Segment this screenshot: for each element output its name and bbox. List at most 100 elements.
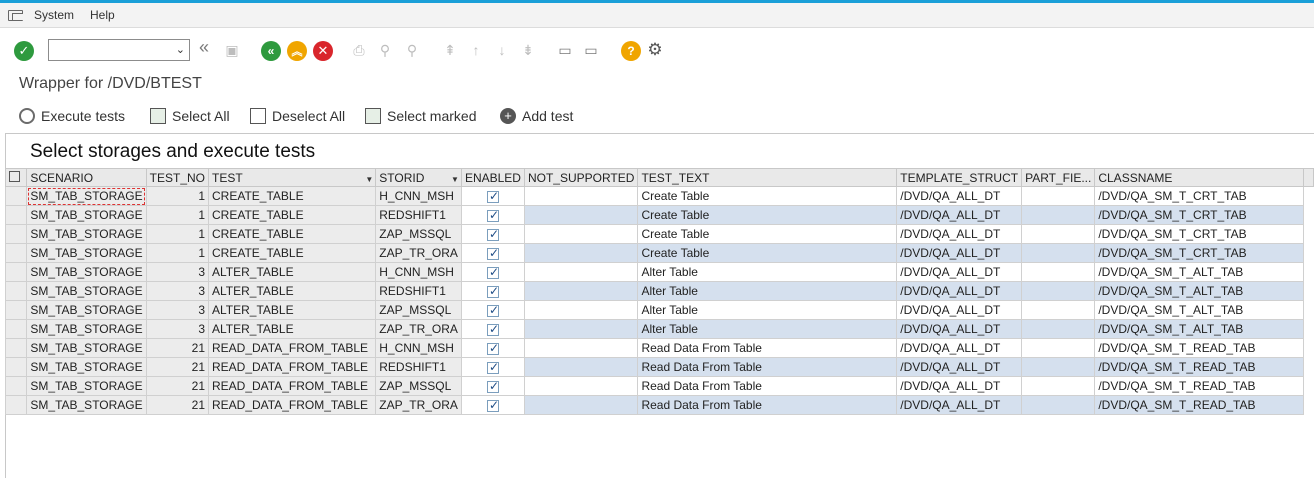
template-struct-cell[interactable]: /DVD/QA_ALL_DT [896, 319, 1023, 339]
classname-cell[interactable]: /DVD/QA_SM_T_ALT_TAB [1094, 262, 1305, 282]
last-page-icon[interactable]: ⇟ [520, 42, 536, 58]
table-row[interactable]: SM_TAB_STORAGE1CREATE_TABLEZAP_MSSQL Crea… [4, 224, 1314, 244]
template-struct-cell[interactable]: /DVD/QA_ALL_DT [896, 395, 1023, 415]
template-struct-cell[interactable]: /DVD/QA_ALL_DT [896, 376, 1023, 396]
exit-icon[interactable]: ︽ [287, 41, 307, 61]
part-field-cell[interactable] [1021, 224, 1096, 244]
classname-cell[interactable]: /DVD/QA_SM_T_ALT_TAB [1094, 300, 1305, 320]
scenario-cell[interactable]: SM_TAB_STORAGE [26, 300, 147, 320]
previous-page-icon[interactable]: ↑ [468, 42, 484, 58]
enabled-checkbox[interactable] [486, 303, 499, 317]
template-struct-cell[interactable]: /DVD/QA_ALL_DT [896, 338, 1023, 358]
cancel-icon[interactable]: ✕ [313, 41, 333, 61]
scenario-cell[interactable]: SM_TAB_STORAGE [26, 357, 147, 377]
enabled-checkbox[interactable] [486, 227, 499, 241]
part-field-cell[interactable] [1021, 319, 1096, 339]
test-cell[interactable]: READ_DATA_FROM_TABLE [207, 357, 377, 377]
classname-cell[interactable]: /DVD/QA_SM_T_CRT_TAB [1094, 205, 1305, 225]
enabled-cell[interactable] [460, 262, 525, 282]
table-row[interactable]: SM_TAB_STORAGE3ALTER_TABLEZAP_TR_ORA Alte… [4, 319, 1314, 339]
next-page-icon[interactable]: ↓ [494, 42, 510, 58]
print-icon[interactable]: ⎙ [351, 42, 367, 58]
part-field-cell[interactable] [1021, 376, 1096, 396]
classname-cell[interactable]: /DVD/QA_SM_T_READ_TAB [1094, 338, 1305, 358]
enabled-checkbox[interactable] [486, 379, 499, 393]
template-struct-cell[interactable]: /DVD/QA_ALL_DT [896, 357, 1023, 377]
scenario-cell[interactable]: SM_TAB_STORAGE [26, 262, 147, 282]
template-struct-cell[interactable]: /DVD/QA_ALL_DT [896, 262, 1023, 282]
table-row[interactable]: SM_TAB_STORAGE1CREATE_TABLEH_CNN_MSH Crea… [4, 186, 1314, 206]
storid-cell[interactable]: REDSHIFT1 [375, 205, 462, 225]
enabled-checkbox[interactable] [486, 265, 499, 279]
row-selector[interactable] [4, 243, 28, 263]
part-field-cell[interactable] [1021, 205, 1096, 225]
enabled-cell[interactable] [460, 357, 525, 377]
scenario-cell[interactable]: SM_TAB_STORAGE [26, 376, 147, 396]
classname-cell[interactable]: /DVD/QA_SM_T_CRT_TAB [1094, 186, 1305, 206]
enabled-cell[interactable] [460, 300, 525, 320]
not-supported-cell[interactable] [523, 395, 639, 415]
test-no-cell[interactable]: 1 [145, 243, 210, 263]
column-header[interactable]: STORID ▼ [375, 168, 462, 187]
enabled-cell[interactable] [460, 186, 525, 206]
not-supported-cell[interactable] [523, 376, 639, 396]
test-no-cell[interactable]: 21 [145, 357, 210, 377]
table-row[interactable]: SM_TAB_STORAGE1CREATE_TABLEZAP_TR_ORA Cre… [4, 243, 1314, 263]
enabled-checkbox[interactable] [486, 189, 499, 203]
shortcut-icon[interactable]: ▭ [583, 42, 599, 58]
menu-item-system[interactable]: System [34, 8, 74, 22]
find-next-icon[interactable]: ⚲ [404, 42, 420, 58]
execute-tests-button[interactable]: Execute tests [19, 108, 125, 124]
back-icon[interactable]: « [261, 41, 281, 61]
test-cell[interactable]: READ_DATA_FROM_TABLE [207, 338, 377, 358]
storid-cell[interactable]: ZAP_TR_ORA [375, 243, 462, 263]
test-no-cell[interactable]: 21 [145, 395, 210, 415]
window-menu-icon[interactable] [8, 9, 24, 21]
classname-cell[interactable]: /DVD/QA_SM_T_CRT_TAB [1094, 243, 1305, 263]
not-supported-cell[interactable] [523, 281, 639, 301]
part-field-cell[interactable] [1021, 281, 1096, 301]
storid-cell[interactable]: ZAP_TR_ORA [375, 395, 462, 415]
part-field-cell[interactable] [1021, 243, 1096, 263]
classname-cell[interactable]: /DVD/QA_SM_T_READ_TAB [1094, 395, 1305, 415]
test-cell[interactable]: CREATE_TABLE [207, 224, 377, 244]
template-struct-cell[interactable]: /DVD/QA_ALL_DT [896, 300, 1023, 320]
test-cell[interactable]: READ_DATA_FROM_TABLE [207, 376, 377, 396]
test-text-cell[interactable]: Alter Table [637, 300, 898, 320]
not-supported-cell[interactable] [523, 357, 639, 377]
enabled-cell[interactable] [460, 319, 525, 339]
part-field-cell[interactable] [1021, 338, 1096, 358]
storid-cell[interactable]: H_CNN_MSH [375, 186, 462, 206]
scenario-cell[interactable]: SM_TAB_STORAGE [26, 395, 147, 415]
row-selector[interactable] [4, 357, 28, 377]
storid-cell[interactable]: ZAP_MSSQL [375, 376, 462, 396]
test-cell[interactable]: ALTER_TABLE [207, 300, 377, 320]
row-selector[interactable] [4, 376, 28, 396]
enabled-cell[interactable] [460, 224, 525, 244]
test-cell[interactable]: CREATE_TABLE [207, 205, 377, 225]
add-test-button[interactable]: + Add test [500, 108, 573, 124]
enabled-cell[interactable] [460, 281, 525, 301]
test-text-cell[interactable]: Create Table [637, 224, 898, 244]
test-no-cell[interactable]: 21 [145, 376, 210, 396]
part-field-cell[interactable] [1021, 357, 1096, 377]
scenario-cell[interactable]: SM_TAB_STORAGE [26, 243, 147, 263]
scenario-cell[interactable]: SM_TAB_STORAGE [26, 205, 147, 225]
menu-item-help[interactable]: Help [90, 8, 115, 22]
row-selector[interactable] [4, 281, 28, 301]
deselect-all-button[interactable]: Deselect All [250, 108, 345, 124]
part-field-cell[interactable] [1021, 395, 1096, 415]
enabled-cell[interactable] [460, 243, 525, 263]
storid-cell[interactable]: ZAP_MSSQL [375, 224, 462, 244]
enabled-cell[interactable] [460, 376, 525, 396]
row-selector[interactable] [4, 186, 28, 206]
settings-icon[interactable]: ⚙ [647, 41, 663, 58]
find-icon[interactable]: ⚲ [377, 42, 393, 58]
table-row[interactable]: SM_TAB_STORAGE 21 READ_DATA_FROM_TABLE REDS… [4, 357, 1314, 377]
row-selector-header[interactable] [4, 168, 28, 187]
enabled-checkbox[interactable] [486, 360, 499, 374]
not-supported-cell[interactable] [523, 300, 639, 320]
column-header[interactable]: CLASSNAME [1094, 168, 1305, 187]
not-supported-cell[interactable] [523, 186, 639, 206]
table-row[interactable]: SM_TAB_STORAGE 21 READ_DATA_FROM_TABLE H_CN… [4, 338, 1314, 358]
